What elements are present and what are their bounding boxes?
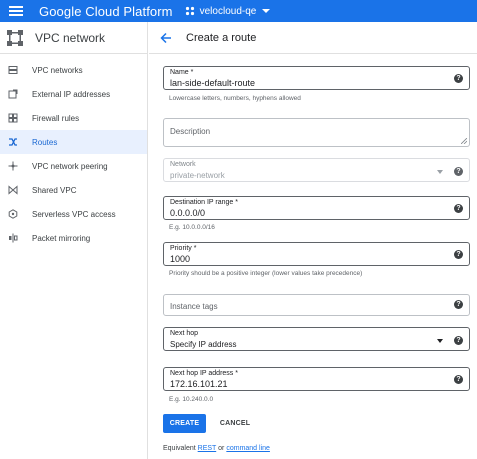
sidebar-item-label: Packet mirroring [32,233,91,243]
main-content: Create a route Name * lan-side-default-r… [149,22,477,459]
sidebar-item-vpc-networks[interactable]: VPC networks [0,58,147,82]
destination-hint: E.g. 10.0.0.0/16 [169,224,215,231]
sidebar: VPC network VPC networks External IP add… [0,22,148,459]
destination-label: Destination IP range * [170,199,238,206]
next-hop-ip-label: Next hop IP address * [170,370,238,377]
destination-value: 0.0.0.0/0 [170,208,206,218]
help-icon[interactable]: ? [454,300,463,309]
sidebar-item-shared-vpc[interactable]: Shared VPC [0,178,147,202]
help-icon[interactable]: ? [454,375,463,384]
sidebar-item-routes[interactable]: Routes [0,130,147,154]
sidebar-item-packet-mirroring[interactable]: Packet mirroring [0,226,147,250]
project-dots-icon [185,6,194,16]
page-header: Create a route [149,22,477,54]
network-label: Network [170,161,196,168]
help-icon[interactable]: ? [454,204,463,213]
help-icon[interactable]: ? [454,250,463,259]
command-line-link[interactable]: command line [226,445,270,452]
next-hop-ip-field[interactable]: Next hop IP address * 172.16.101.21 ? [163,367,470,391]
help-icon[interactable]: ? [454,167,463,176]
shared-vpc-icon [8,185,18,195]
next-hop-value: Specify IP address [170,340,237,349]
sidebar-item-label: Firewall rules [32,113,80,123]
sidebar-header: VPC network [0,22,147,54]
resize-handle-icon[interactable] [461,138,467,144]
priority-label: Priority * [170,245,197,252]
firewall-icon [8,113,18,123]
project-name: velocloud-qe [199,5,257,17]
chevron-down-icon [437,170,443,174]
priority-hint: Priority should be a positive integer (l… [169,270,363,277]
sidebar-item-external-ip[interactable]: External IP addresses [0,82,147,106]
description-placeholder: Description [170,127,211,136]
sidebar-title: VPC network [35,30,106,45]
equivalent-links: Equivalent REST or command line [163,445,270,452]
vpc-networks-icon [8,65,18,75]
top-bar: Google Cloud Platform velocloud-qe [0,0,477,22]
sidebar-item-label: External IP addresses [32,89,111,99]
sidebar-item-peering[interactable]: VPC network peering [0,154,147,178]
routes-icon [8,137,18,147]
destination-field[interactable]: Destination IP range * 0.0.0.0/0 ? [163,196,470,220]
next-hop-label: Next hop [170,330,199,337]
sidebar-item-firewall[interactable]: Firewall rules [0,106,147,130]
peering-icon [8,161,18,171]
brand-title[interactable]: Google Cloud Platform [39,4,173,19]
description-field[interactable]: Description [163,118,470,147]
sidebar-item-label: Shared VPC [32,185,77,195]
vpc-network-icon [7,29,23,46]
help-icon[interactable]: ? [454,74,463,83]
chevron-down-icon [437,339,443,343]
chevron-down-icon [262,9,271,13]
name-label: Name * [170,69,194,76]
equivalent-or: or [218,445,225,452]
next-hop-ip-hint: E.g. 10.240.0.0 [169,396,214,403]
sidebar-item-serverless[interactable]: Serverless VPC access [0,202,147,226]
sidebar-nav: VPC networks External IP addresses Firew… [0,58,147,250]
next-hop-select[interactable]: Next hop Specify IP address ? [163,327,470,351]
sidebar-item-label: Serverless VPC access [32,209,116,219]
create-button[interactable]: CREATE [163,414,206,433]
sidebar-item-label: VPC networks [32,65,83,75]
equivalent-prefix: Equivalent [163,445,196,452]
priority-field[interactable]: Priority * 1000 ? [163,242,470,266]
network-value: private-network [170,171,225,180]
packet-mirroring-icon [8,233,18,243]
instance-tags-placeholder: Instance tags [170,302,218,311]
page-title: Create a route [186,31,257,44]
project-selector[interactable]: velocloud-qe [185,6,271,17]
back-arrow-icon[interactable] [160,32,172,44]
priority-value: 1000 [170,254,191,264]
menu-icon[interactable] [9,6,23,16]
name-field[interactable]: Name * lan-side-default-route ? [163,66,470,90]
name-hint: Lowercase letters, numbers, hyphens allo… [169,95,301,102]
instance-tags-field[interactable]: Instance tags ? [163,294,470,316]
serverless-icon [8,209,18,219]
network-select: Network private-network ? [163,158,470,182]
next-hop-ip-value: 172.16.101.21 [170,379,228,389]
sidebar-item-label: VPC network peering [32,161,108,171]
name-value: lan-side-default-route [170,78,256,88]
rest-link[interactable]: REST [198,445,217,452]
cancel-button[interactable]: CANCEL [215,414,255,433]
sidebar-item-label: Routes [32,137,58,147]
help-icon[interactable]: ? [454,336,463,345]
external-ip-icon [8,89,18,99]
